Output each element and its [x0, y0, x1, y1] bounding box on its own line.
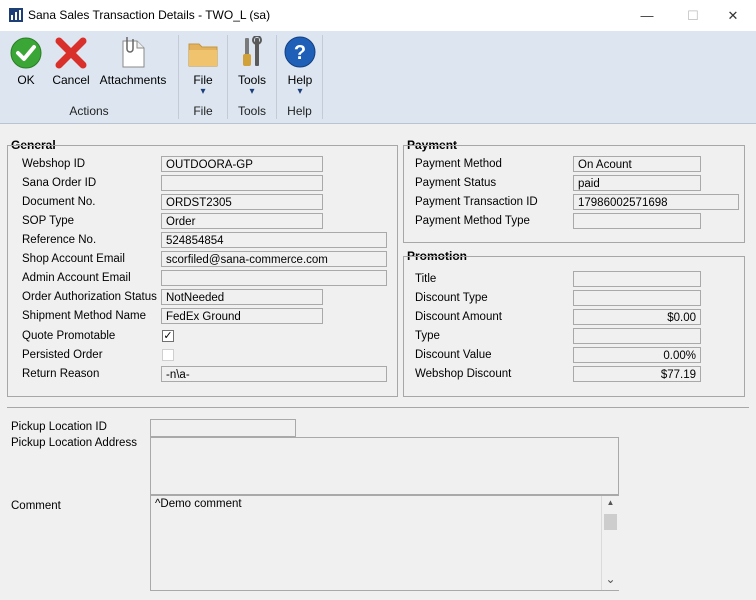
pickup-location-id-field[interactable]: [150, 419, 296, 437]
file-label: File: [193, 73, 213, 87]
ok-label: OK: [17, 73, 35, 87]
order-authorization-status-field[interactable]: NotNeeded: [161, 289, 323, 305]
pickup-location-address-field[interactable]: [150, 437, 619, 495]
help-question-icon: ?: [284, 36, 316, 68]
tools-dropdown-arrow-icon: ▾: [249, 86, 255, 97]
pickup-location-address-label: Pickup Location Address: [11, 437, 137, 449]
document-no-label: Document No.: [22, 196, 96, 208]
help-dropdown-arrow-icon: ▾: [297, 86, 303, 97]
sop-type-field[interactable]: Order: [161, 213, 323, 229]
minimize-button[interactable]: —: [624, 0, 670, 31]
persisted-order-label: Persisted Order: [22, 349, 103, 361]
discount-amount-label: Discount Amount: [415, 311, 502, 323]
pickup-location-id-label: Pickup Location ID: [11, 421, 107, 433]
promotion-type-field[interactable]: [573, 328, 701, 344]
payment-method-field[interactable]: On Acount: [573, 156, 701, 172]
payment-transaction-id-label: Payment Transaction ID: [415, 196, 538, 208]
order-authorization-status-label: Order Authorization Status: [22, 291, 157, 303]
title-bar: Sana Sales Transaction Details - TWO_L (…: [0, 0, 756, 31]
payment-method-label: Payment Method: [415, 158, 502, 170]
sana-order-id-field[interactable]: [161, 175, 323, 191]
webshop-id-label: Webshop ID: [22, 158, 86, 170]
tools-menu-button[interactable]: Tools ▾: [232, 33, 272, 99]
discount-value-label: Discount Value: [415, 349, 492, 361]
attachments-button[interactable]: Attachments: [95, 33, 171, 93]
tools-icon: [243, 36, 262, 66]
paperclip-document-icon: [122, 37, 145, 68]
quote-promotable-checkbox[interactable]: ✓: [162, 330, 174, 342]
close-button[interactable]: ✕: [710, 0, 756, 31]
webshop-id-field[interactable]: OUTDOORA-GP: [161, 156, 323, 172]
quote-promotable-label: Quote Promotable: [22, 330, 116, 342]
ribbon: OK Cancel Attachments Actions File ▾ Fil…: [0, 31, 756, 124]
actions-group-label: Actions: [69, 104, 109, 118]
svg-text:?: ?: [294, 42, 306, 64]
sana-order-id-label: Sana Order ID: [22, 177, 97, 189]
discount-type-label: Discount Type: [415, 292, 488, 304]
scroll-down-arrow-icon[interactable]: ⌄: [602, 572, 619, 586]
help-menu-button[interactable]: ? Help ▾: [280, 33, 320, 99]
payment-status-label: Payment Status: [415, 177, 497, 189]
ok-button[interactable]: OK: [4, 33, 48, 93]
attachments-label: Attachments: [99, 73, 167, 87]
payment-method-type-label: Payment Method Type: [415, 215, 530, 227]
checkmark-icon: [10, 37, 42, 69]
cancel-label: Cancel: [52, 73, 90, 87]
scroll-thumb[interactable]: [604, 514, 617, 530]
webshop-discount-label: Webshop Discount: [415, 368, 512, 380]
help-label: Help: [287, 73, 313, 87]
payment-status-field[interactable]: paid: [573, 175, 701, 191]
cancel-button[interactable]: Cancel: [49, 33, 93, 93]
admin-account-email-field[interactable]: [161, 270, 387, 286]
payment-transaction-id-field[interactable]: 17986002571698: [573, 194, 739, 210]
comment-text: ^Demo comment: [155, 498, 242, 510]
discount-amount-field[interactable]: $0.00: [573, 309, 701, 325]
file-group-label: File: [193, 104, 213, 118]
scroll-up-arrow-icon[interactable]: ▲: [602, 498, 619, 507]
admin-account-email-label: Admin Account Email: [22, 272, 131, 284]
file-dropdown-arrow-icon: ▾: [200, 86, 206, 97]
return-reason-label: Return Reason: [22, 368, 100, 380]
shipment-method-name-field[interactable]: FedEx Ground: [161, 308, 323, 324]
app-icon: [9, 8, 23, 22]
promotion-type-label: Type: [415, 330, 440, 342]
webshop-discount-field[interactable]: $77.19: [573, 366, 701, 382]
tools-group-label: Tools: [237, 104, 266, 118]
help-group-label: Help: [287, 104, 312, 118]
return-reason-field[interactable]: -n\a-: [161, 366, 387, 382]
payment-method-type-field[interactable]: [573, 213, 701, 229]
shop-account-email-field[interactable]: scorfiled@sana-commerce.com: [161, 251, 387, 267]
promotion-title-field[interactable]: [573, 271, 701, 287]
comment-label: Comment: [11, 500, 61, 512]
sop-type-label: SOP Type: [22, 215, 74, 227]
discount-value-field[interactable]: 0.00%: [573, 347, 701, 363]
comment-textarea[interactable]: ^Demo comment ▲ ⌄: [150, 495, 619, 591]
reference-no-label: Reference No.: [22, 234, 97, 246]
shop-account-email-label: Shop Account Email: [22, 253, 125, 265]
persisted-order-checkbox[interactable]: [162, 349, 174, 361]
comment-scrollbar[interactable]: ▲ ⌄: [601, 496, 619, 590]
file-menu-button[interactable]: File ▾: [183, 33, 223, 99]
window-title: Sana Sales Transaction Details - TWO_L (…: [28, 8, 271, 22]
reference-no-field[interactable]: 524854854: [161, 232, 387, 248]
tools-label: Tools: [237, 73, 266, 87]
promotion-title-label: Title: [415, 273, 437, 285]
cancel-x-icon: [55, 37, 87, 69]
folder-icon: [188, 43, 218, 67]
ribbon-separator: [322, 35, 323, 119]
discount-type-field[interactable]: [573, 290, 701, 306]
section-divider: [7, 407, 749, 408]
shipment-method-name-label: Shipment Method Name: [22, 310, 147, 322]
document-no-field[interactable]: ORDST2305: [161, 194, 323, 210]
